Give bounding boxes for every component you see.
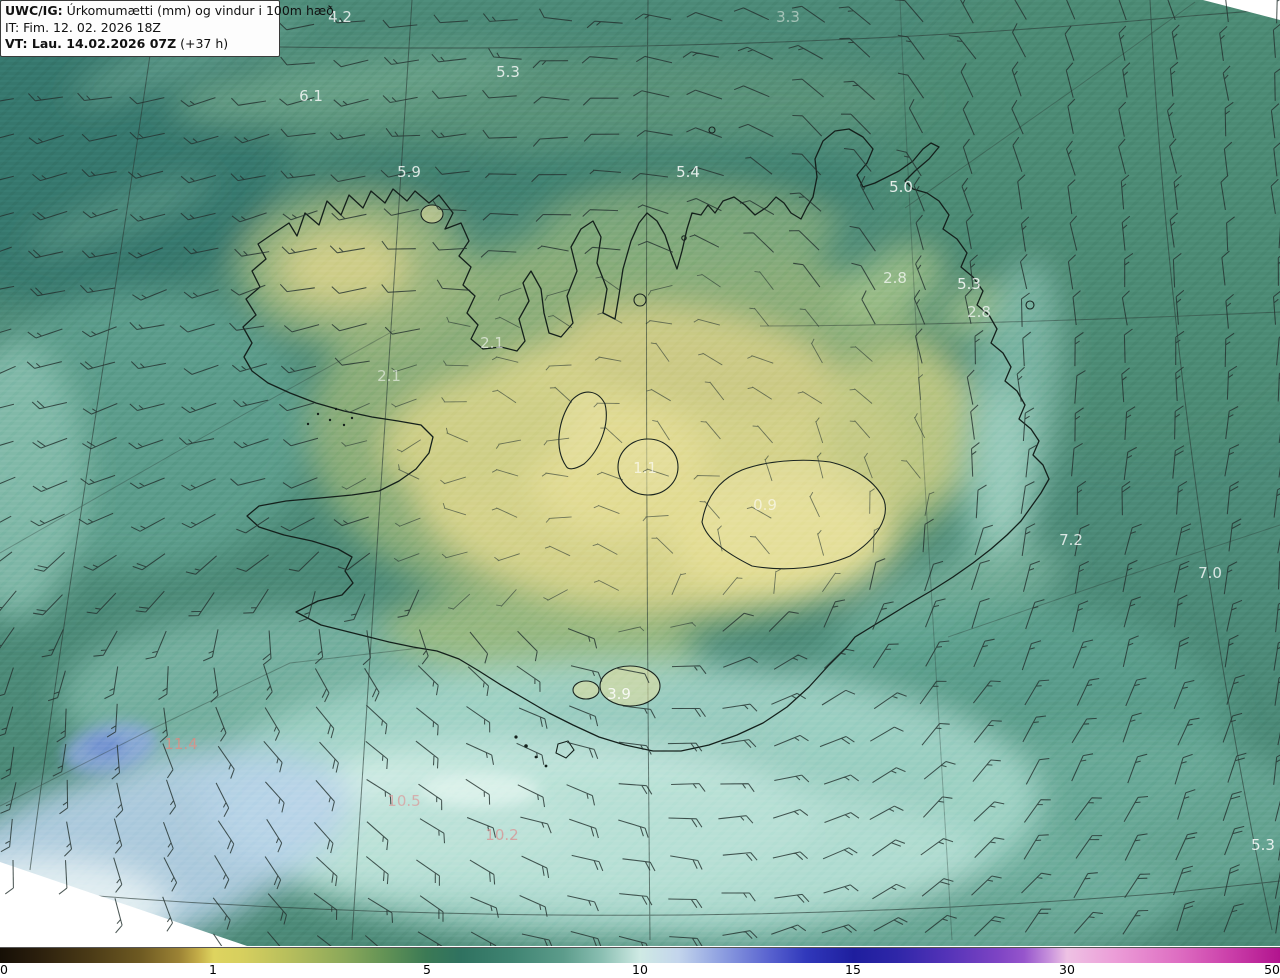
precip-value-label: 2.1 <box>480 334 504 352</box>
precip-value-label: 3.3 <box>776 8 800 26</box>
precip-value-label: 5.9 <box>397 163 421 181</box>
colorbar-tick-label: 5 <box>423 962 431 977</box>
precip-value-label: 10.2 <box>485 826 518 844</box>
precip-value-label: 7.2 <box>1059 531 1083 549</box>
precip-value-label: 10.5 <box>387 792 420 810</box>
colorbar-tick-label: 50 <box>1264 962 1280 977</box>
init-time: IT: Fim. 12. 02. 2026 18Z <box>5 19 161 35</box>
map-canvas: 4.2 3.35.36.15.9 5.45.02.8 5.32.82.12.11.10… <box>0 0 1280 946</box>
precip-value-label: 6.1 <box>299 87 323 105</box>
precip-value-label: 3.9 <box>607 685 631 703</box>
colorbar-tick-label: 30 <box>1059 962 1075 977</box>
colorbar-section: 0 1 5 10 15 30 50 <box>0 946 1280 978</box>
precip-value-label: 2.1 <box>377 367 401 385</box>
precip-value-label: 11.4 <box>164 735 197 753</box>
precip-value-label: 7.0 <box>1198 564 1222 582</box>
precip-value-label: 2.8 <box>883 269 907 287</box>
precip-value-label: 5.3 <box>496 63 520 81</box>
map-title: UWC/IG: Úrkomumætti (mm) og vindur i 100… <box>5 3 334 18</box>
colorbar-tick-label: 10 <box>632 962 648 977</box>
precip-value-label: 5.4 <box>676 163 700 181</box>
precip-value-label: 2.8 <box>967 303 991 321</box>
colorbar-tick-label: 15 <box>845 962 861 977</box>
colorbar-tick-label: 1 <box>209 962 217 977</box>
colorbar-tick-labels: 0 1 5 10 15 30 50 <box>0 962 1280 978</box>
precip-value-label: 5.3 <box>957 275 981 293</box>
precipitation-wind-map: 4.2 3.3 5.3 6.1 5.9 5.4 5.0 2.8 5.3 2.8 2.1 2.1 1.1 0… <box>0 0 1280 946</box>
precip-value-label: 1.1 <box>633 459 657 477</box>
title-box: UWC/IG: Úrkomumætti (mm) og vindur i 100… <box>0 0 334 57</box>
weather-map-screenshot: 4.2 3.3 5.3 6.1 5.9 5.4 5.0 2.8 5.3 2.8 2.1 2.1 1.1 0… <box>0 0 1280 978</box>
precip-value-label: 0.9 <box>753 496 777 514</box>
precip-value-label: 5.3 <box>1251 836 1275 854</box>
precip-colorbar <box>0 947 1280 963</box>
valid-time: VT: Lau. 14.02.2026 07Z (+37 h) <box>5 36 229 51</box>
precip-value-label: 5.0 <box>889 178 913 196</box>
colorbar-tick-label: 0 <box>0 962 8 977</box>
